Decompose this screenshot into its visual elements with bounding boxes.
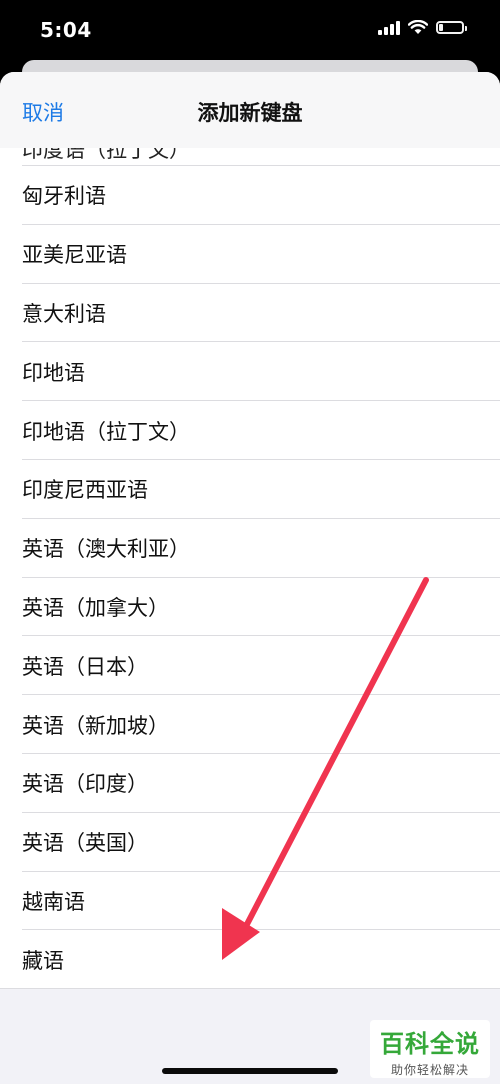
list-item[interactable]: 英语（日本） bbox=[0, 636, 500, 695]
list-item[interactable]: 匈牙利语 bbox=[0, 166, 500, 225]
list-item[interactable]: 亚美尼亚语 bbox=[0, 225, 500, 284]
watermark-logo: 百科全说 助你轻松解决 bbox=[370, 1020, 490, 1078]
list-item[interactable]: 英语（印度） bbox=[0, 754, 500, 813]
list-item[interactable]: 英语（澳大利亚） bbox=[0, 519, 500, 578]
status-icons bbox=[378, 20, 467, 35]
list-item[interactable]: 意大利语 bbox=[0, 284, 500, 343]
phone-screen: 5:04 取消 添加新键盘 印度语（拉丁文） 匈牙利语 亚美尼亚语 意大利语 印… bbox=[0, 0, 500, 1084]
navigation-bar: 取消 添加新键盘 bbox=[0, 72, 500, 148]
watermark-title: 百科全说 bbox=[380, 1030, 480, 1058]
page-title: 添加新键盘 bbox=[197, 101, 303, 125]
list-item[interactable]: 印度尼西亚语 bbox=[0, 460, 500, 519]
status-bar: 5:04 bbox=[0, 0, 500, 60]
list-item[interactable]: 越南语 bbox=[0, 872, 500, 931]
status-time: 5:04 bbox=[40, 18, 92, 42]
list-item[interactable]: 英语（英国） bbox=[0, 813, 500, 872]
list-item[interactable]: 印地语 bbox=[0, 342, 500, 401]
cancel-button[interactable]: 取消 bbox=[22, 97, 64, 127]
cellular-signal-icon bbox=[378, 20, 400, 35]
home-indicator[interactable] bbox=[162, 1068, 338, 1074]
battery-icon bbox=[436, 21, 467, 34]
list-item[interactable]: 英语（加拿大） bbox=[0, 578, 500, 637]
watermark-subtitle: 助你轻松解决 bbox=[390, 1063, 469, 1077]
battery-level bbox=[439, 24, 443, 31]
list-item[interactable]: 印地语（拉丁文） bbox=[0, 401, 500, 460]
wifi-icon bbox=[408, 20, 428, 34]
list-item[interactable]: 藏语 bbox=[0, 930, 500, 989]
partially-hidden-list-item: 印度语（拉丁文） bbox=[0, 148, 500, 166]
add-keyboard-sheet: 取消 添加新键盘 印度语（拉丁文） 匈牙利语 亚美尼亚语 意大利语 印地语 印地… bbox=[0, 72, 500, 1084]
list-item[interactable]: 英语（新加坡） bbox=[0, 695, 500, 754]
language-list[interactable]: 印度语（拉丁文） 匈牙利语 亚美尼亚语 意大利语 印地语 印地语（拉丁文） 印度… bbox=[0, 148, 500, 990]
